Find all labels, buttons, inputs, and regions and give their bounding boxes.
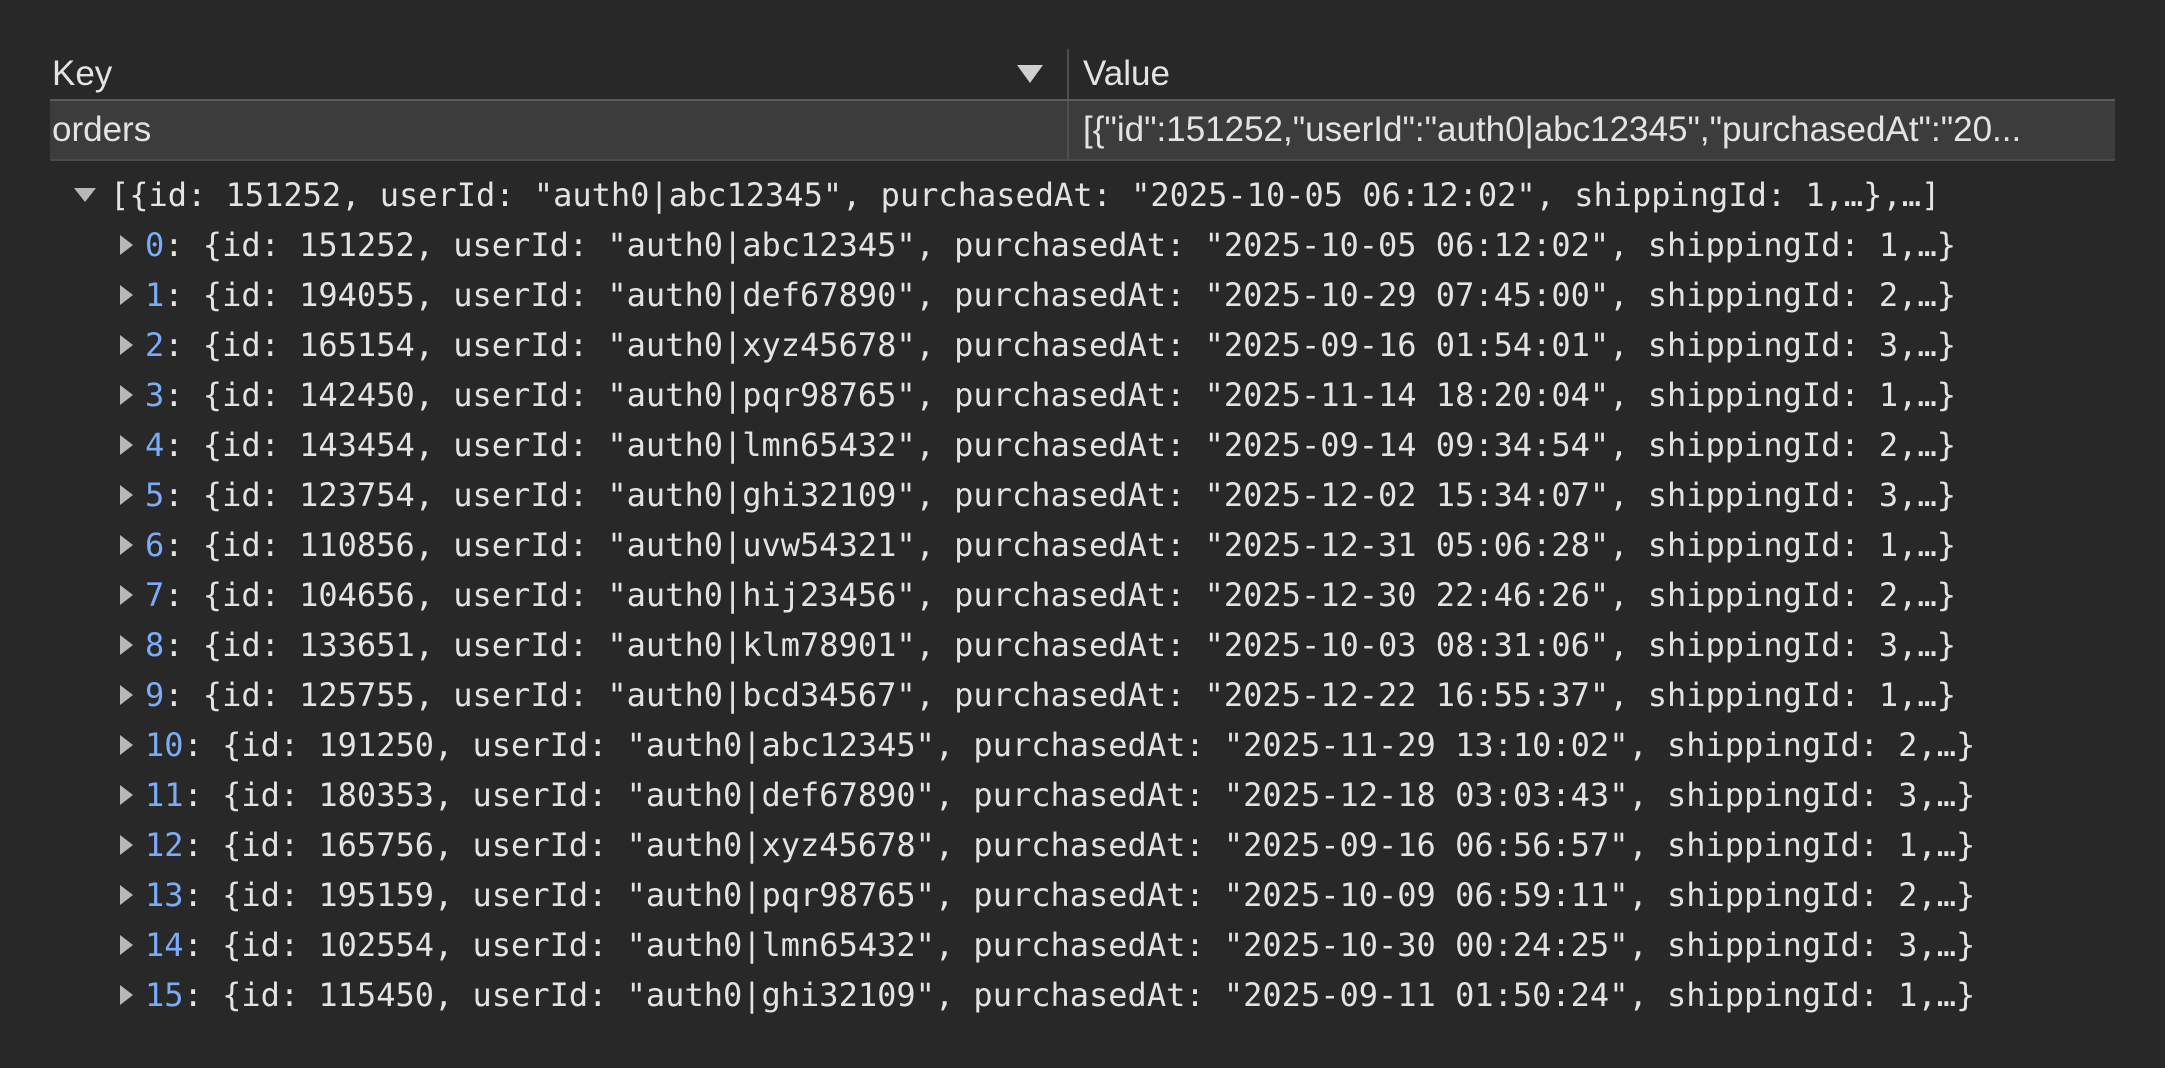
tree-item-separator: : xyxy=(164,626,203,664)
tree-item-index: 8 xyxy=(145,626,165,664)
tree-item-preview: {id: 123754, userId: "auth0|ghi32109", p… xyxy=(202,476,1956,514)
collapsed-triangle-icon[interactable] xyxy=(120,335,133,355)
tree-item-preview: {id: 142450, userId: "auth0|pqr98765", p… xyxy=(202,376,1956,414)
key-column-header[interactable]: Key xyxy=(50,49,1067,99)
collapsed-triangle-icon[interactable] xyxy=(120,685,133,705)
tree-item-index: 2 xyxy=(145,326,165,364)
json-preview-tree: [{id: 151252, userId: "auth0|abc12345", … xyxy=(72,170,2132,1020)
tree-children: 0: {id: 151252, userId: "auth0|abc12345"… xyxy=(72,220,2132,1020)
tree-item-preview: {id: 143454, userId: "auth0|lmn65432", p… xyxy=(202,426,1956,464)
tree-item-separator: : xyxy=(183,976,223,1014)
collapsed-triangle-icon[interactable] xyxy=(120,435,133,455)
collapsed-triangle-icon[interactable] xyxy=(120,485,133,505)
tree-item-separator: : xyxy=(164,326,203,364)
tree-item-separator: : xyxy=(183,926,223,964)
value-header-label: Value xyxy=(1083,54,1170,93)
tree-item-index: 15 xyxy=(145,976,184,1014)
tree-item[interactable]: 5: {id: 123754, userId: "auth0|ghi32109"… xyxy=(72,470,2132,520)
tree-item-preview: {id: 194055, userId: "auth0|def67890", p… xyxy=(202,276,1956,314)
tree-item[interactable]: 9: {id: 125755, userId: "auth0|bcd34567"… xyxy=(72,670,2132,720)
tree-item-preview: {id: 110856, userId: "auth0|uvw54321", p… xyxy=(202,526,1956,564)
collapsed-triangle-icon[interactable] xyxy=(120,535,133,555)
tree-item-separator: : xyxy=(164,226,203,264)
row-value-text: [{"id":151252,"userId":"auth0|abc12345",… xyxy=(1083,110,2022,149)
collapsed-triangle-icon[interactable] xyxy=(120,785,133,805)
collapsed-triangle-icon[interactable] xyxy=(120,285,133,305)
tree-item-index: 9 xyxy=(145,676,165,714)
tree-item-preview: {id: 104656, userId: "auth0|hij23456", p… xyxy=(202,576,1956,614)
collapsed-triangle-icon[interactable] xyxy=(120,235,133,255)
tree-item-preview: {id: 133651, userId: "auth0|klm78901", p… xyxy=(202,626,1956,664)
expanded-triangle-icon[interactable] xyxy=(74,188,96,202)
tree-item[interactable]: 12: {id: 165756, userId: "auth0|xyz45678… xyxy=(72,820,2132,870)
tree-item-index: 1 xyxy=(145,276,165,314)
value-column-header[interactable]: Value xyxy=(1069,49,2115,99)
tree-item-index: 10 xyxy=(145,726,184,764)
tree-item-index: 0 xyxy=(145,226,165,264)
tree-item[interactable]: 10: {id: 191250, userId: "auth0|abc12345… xyxy=(72,720,2132,770)
tree-item-preview: {id: 151252, userId: "auth0|abc12345", p… xyxy=(202,226,1956,264)
collapsed-triangle-icon[interactable] xyxy=(120,385,133,405)
key-header-label: Key xyxy=(52,54,113,93)
tree-item-index: 11 xyxy=(145,776,184,814)
tree-item-index: 14 xyxy=(145,926,184,964)
tree-item-separator: : xyxy=(183,826,223,864)
collapsed-triangle-icon[interactable] xyxy=(120,935,133,955)
tree-item-preview: {id: 125755, userId: "auth0|bcd34567", p… xyxy=(202,676,1956,714)
tree-item-separator: : xyxy=(164,476,203,514)
tree-item-separator: : xyxy=(164,526,203,564)
tree-item-index: 7 xyxy=(145,576,165,614)
row-key-cell[interactable]: orders xyxy=(50,101,1067,159)
tree-root-node[interactable]: [{id: 151252, userId: "auth0|abc12345", … xyxy=(72,170,2132,220)
tree-item-index: 3 xyxy=(145,376,165,414)
tree-item-index: 4 xyxy=(145,426,165,464)
tree-item-preview: {id: 180353, userId: "auth0|def67890", p… xyxy=(222,776,1976,814)
tree-item[interactable]: 15: {id: 115450, userId: "auth0|ghi32109… xyxy=(72,970,2132,1020)
tree-item[interactable]: 0: {id: 151252, userId: "auth0|abc12345"… xyxy=(72,220,2132,270)
collapsed-triangle-icon[interactable] xyxy=(120,635,133,655)
row-key-text: orders xyxy=(52,110,152,149)
tree-item[interactable]: 7: {id: 104656, userId: "auth0|hij23456"… xyxy=(72,570,2132,620)
tree-item[interactable]: 2: {id: 165154, userId: "auth0|xyz45678"… xyxy=(72,320,2132,370)
collapsed-triangle-icon[interactable] xyxy=(120,585,133,605)
tree-item[interactable]: 11: {id: 180353, userId: "auth0|def67890… xyxy=(72,770,2132,820)
tree-item-index: 12 xyxy=(145,826,184,864)
tree-item-separator: : xyxy=(164,426,203,464)
tree-item-index: 13 xyxy=(145,876,184,914)
tree-item-preview: {id: 191250, userId: "auth0|abc12345", p… xyxy=(222,726,1976,764)
tree-item[interactable]: 1: {id: 194055, userId: "auth0|def67890"… xyxy=(72,270,2132,320)
collapsed-triangle-icon[interactable] xyxy=(120,885,133,905)
root-preview-text: [{id: 151252, userId: "auth0|abc12345", … xyxy=(110,176,1941,214)
tree-item-preview: {id: 102554, userId: "auth0|lmn65432", p… xyxy=(222,926,1976,964)
tree-item-index: 5 xyxy=(145,476,165,514)
tree-item[interactable]: 14: {id: 102554, userId: "auth0|lmn65432… xyxy=(72,920,2132,970)
tree-item-separator: : xyxy=(183,876,223,914)
tree-item[interactable]: 8: {id: 133651, userId: "auth0|klm78901"… xyxy=(72,620,2132,670)
collapsed-triangle-icon[interactable] xyxy=(120,985,133,1005)
storage-viewer: Key Value orders [{"id":151252,"userId":… xyxy=(0,0,2165,1068)
tree-item-preview: {id: 165154, userId: "auth0|xyz45678", p… xyxy=(202,326,1956,364)
tree-item[interactable]: 4: {id: 143454, userId: "auth0|lmn65432"… xyxy=(72,420,2132,470)
tree-item[interactable]: 6: {id: 110856, userId: "auth0|uvw54321"… xyxy=(72,520,2132,570)
tree-item-preview: {id: 165756, userId: "auth0|xyz45678", p… xyxy=(222,826,1976,864)
tree-item-separator: : xyxy=(164,276,203,314)
tree-item-separator: : xyxy=(164,376,203,414)
collapsed-triangle-icon[interactable] xyxy=(120,735,133,755)
sort-descending-icon[interactable] xyxy=(1017,65,1043,83)
tree-item[interactable]: 13: {id: 195159, userId: "auth0|pqr98765… xyxy=(72,870,2132,920)
row-value-cell[interactable]: [{"id":151252,"userId":"auth0|abc12345",… xyxy=(1069,101,2115,159)
table-header: Key Value xyxy=(50,49,2115,101)
tree-item-separator: : xyxy=(164,676,203,714)
key-value-table: Key Value orders [{"id":151252,"userId":… xyxy=(50,49,2115,161)
tree-item-separator: : xyxy=(183,726,223,764)
tree-item-separator: : xyxy=(164,576,203,614)
table-row-orders[interactable]: orders [{"id":151252,"userId":"auth0|abc… xyxy=(50,101,2115,161)
tree-item-preview: {id: 115450, userId: "auth0|ghi32109", p… xyxy=(222,976,1976,1014)
collapsed-triangle-icon[interactable] xyxy=(120,835,133,855)
tree-item-separator: : xyxy=(183,776,223,814)
tree-item-preview: {id: 195159, userId: "auth0|pqr98765", p… xyxy=(222,876,1976,914)
tree-item-index: 6 xyxy=(145,526,165,564)
tree-item[interactable]: 3: {id: 142450, userId: "auth0|pqr98765"… xyxy=(72,370,2132,420)
